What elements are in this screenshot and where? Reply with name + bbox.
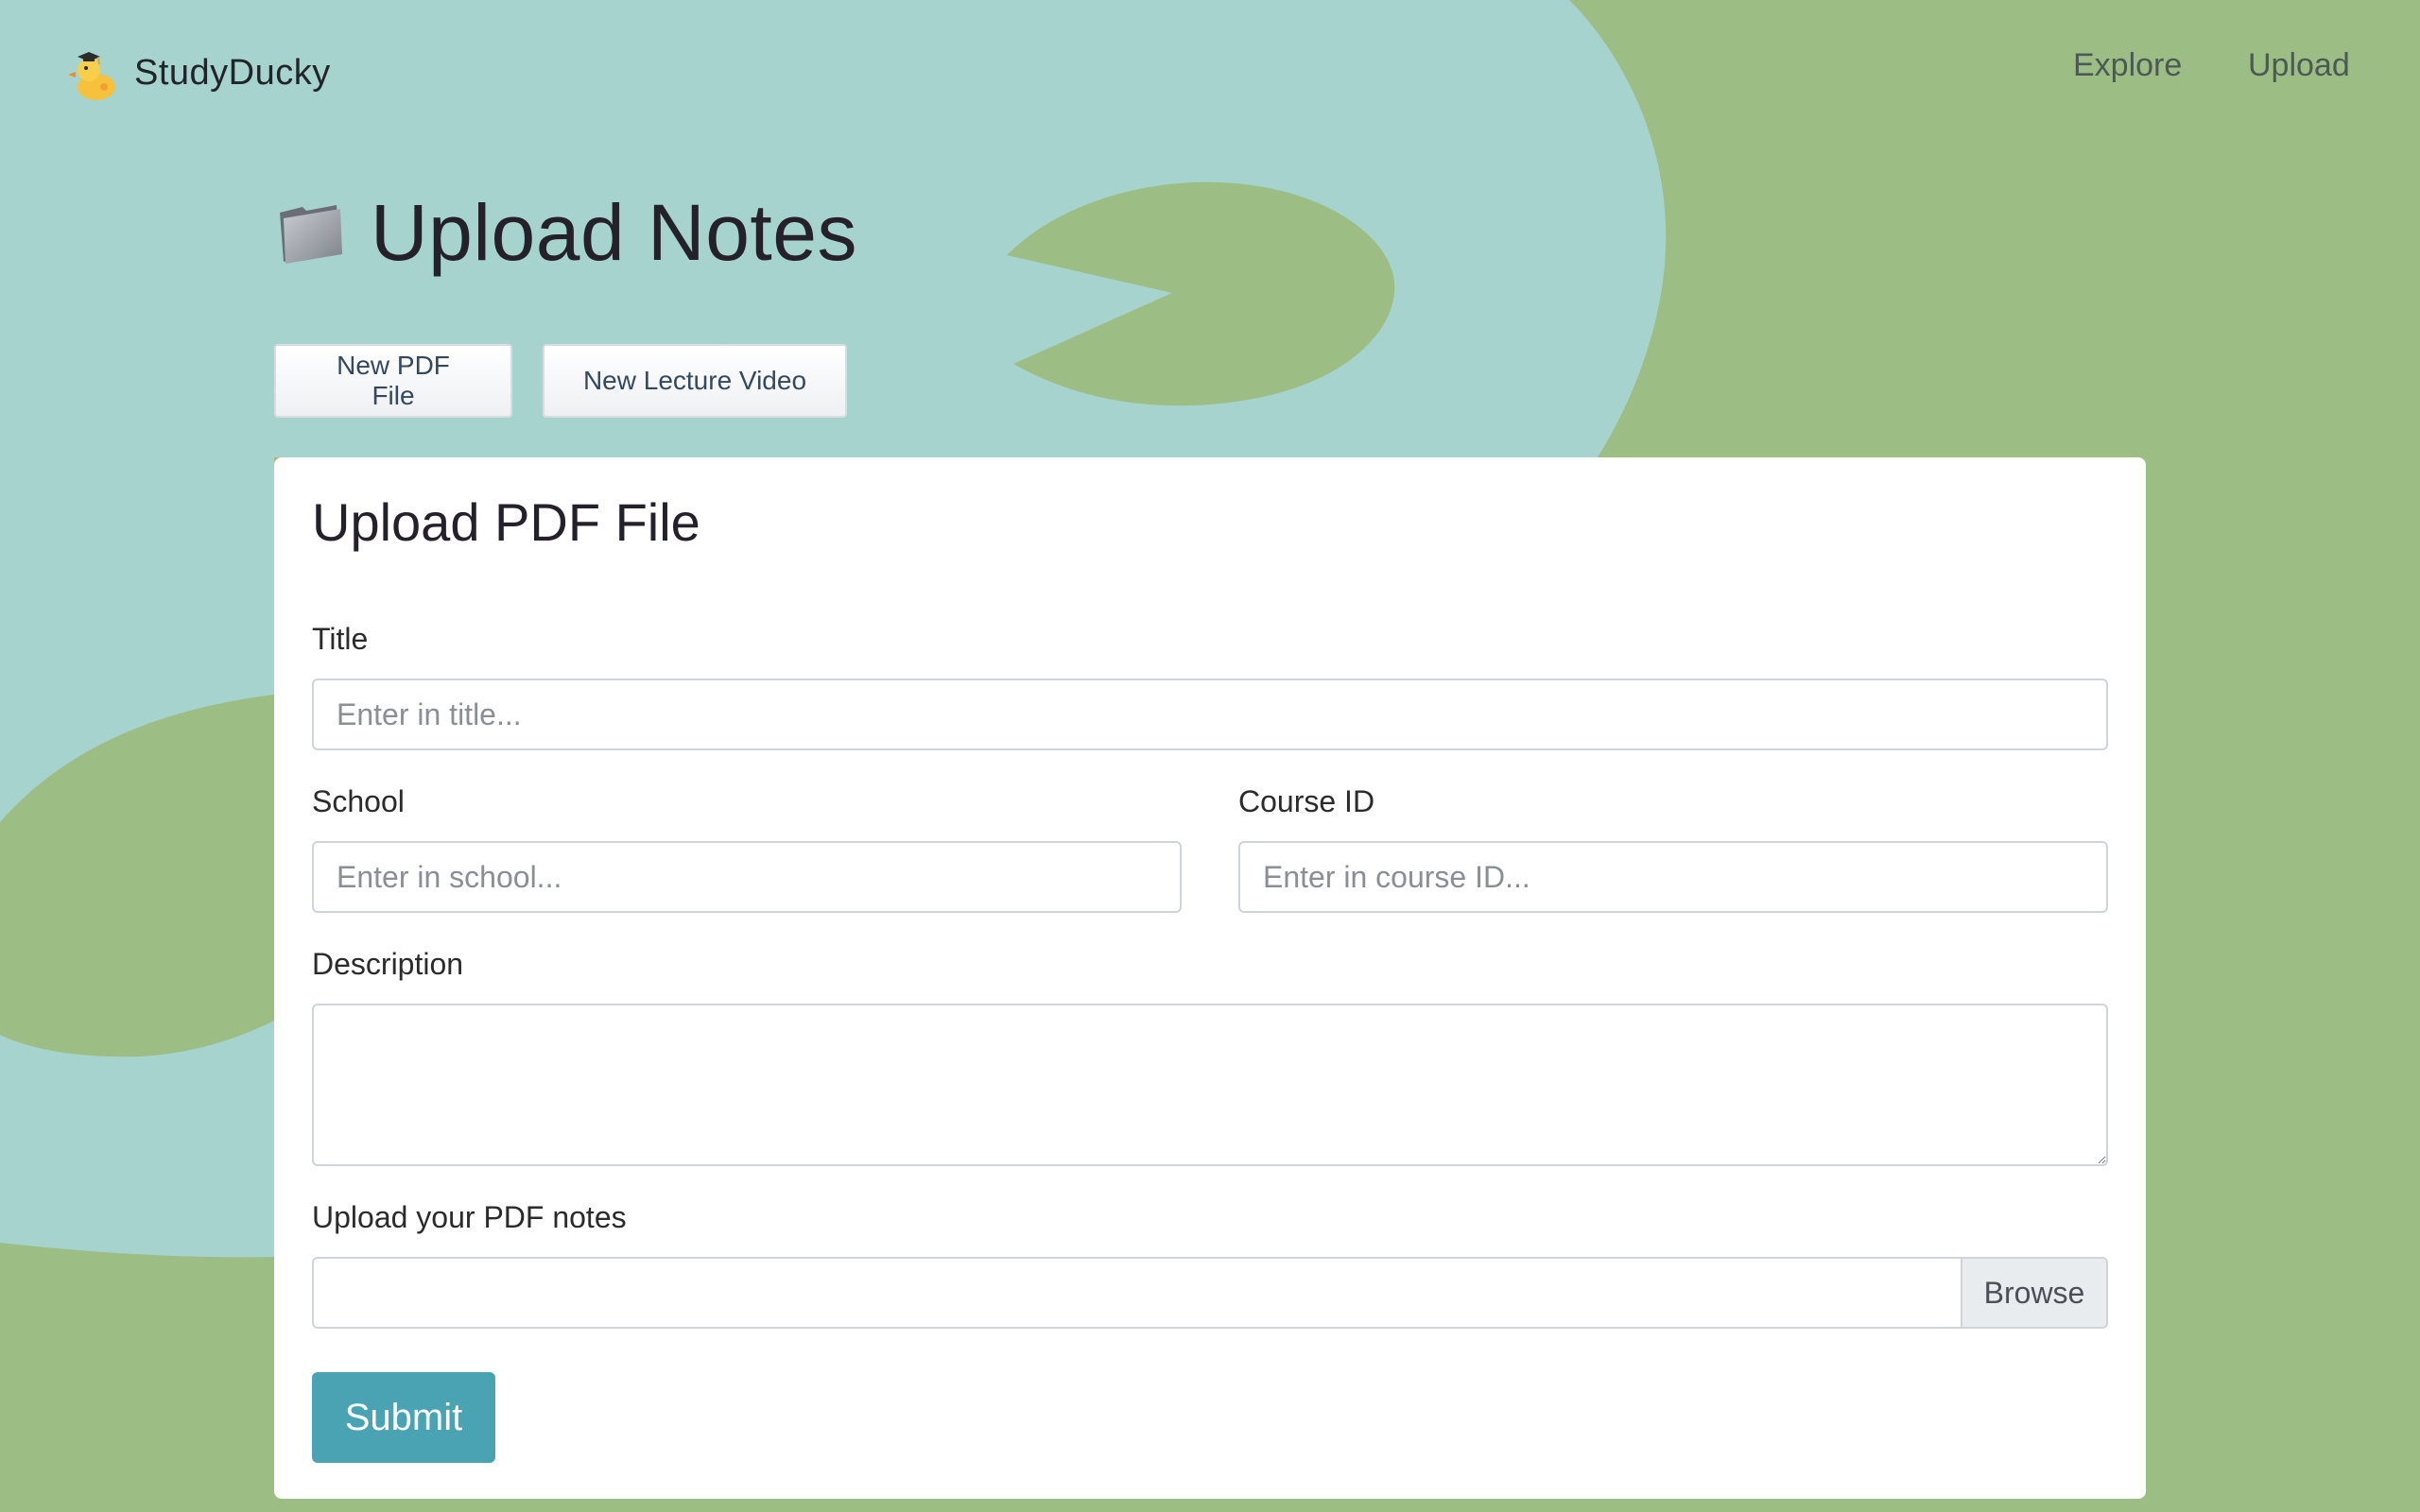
school-input[interactable] (312, 841, 1182, 913)
new-lecture-video-button[interactable]: New Lecture Video (543, 344, 847, 418)
duck-logo-icon (68, 52, 115, 100)
title-label: Title (312, 622, 369, 656)
school-label: School (312, 784, 405, 818)
form-heading: Upload PDF File (312, 492, 700, 552)
folder-icon (280, 204, 342, 264)
new-pdf-file-button[interactable]: New PDF File (274, 344, 512, 418)
page-heading: Upload Notes (274, 187, 857, 279)
nav-upload-link[interactable]: Upload (2248, 47, 2350, 84)
course-id-input[interactable] (1238, 841, 2108, 913)
brand-name: StudyDucky (134, 52, 331, 93)
pdf-file-input[interactable]: Browse (312, 1257, 2108, 1329)
description-textarea[interactable] (312, 1004, 2108, 1166)
title-input[interactable] (312, 679, 2108, 750)
upload-pdf-label: Upload your PDF notes (312, 1200, 627, 1234)
nav-explore-link[interactable]: Explore (2073, 47, 2182, 84)
navbar: StudyDucky Explore Upload (0, 0, 2420, 142)
upload-pdf-card: Upload PDF File Title School Course ID D… (274, 457, 2146, 1499)
brand-link[interactable]: StudyDucky (68, 43, 331, 102)
submit-button[interactable]: Submit (312, 1372, 495, 1463)
page-title: Upload Notes (371, 188, 857, 277)
course-id-label: Course ID (1238, 784, 1375, 818)
browse-button[interactable]: Browse (1961, 1259, 2106, 1327)
description-label: Description (312, 947, 464, 981)
